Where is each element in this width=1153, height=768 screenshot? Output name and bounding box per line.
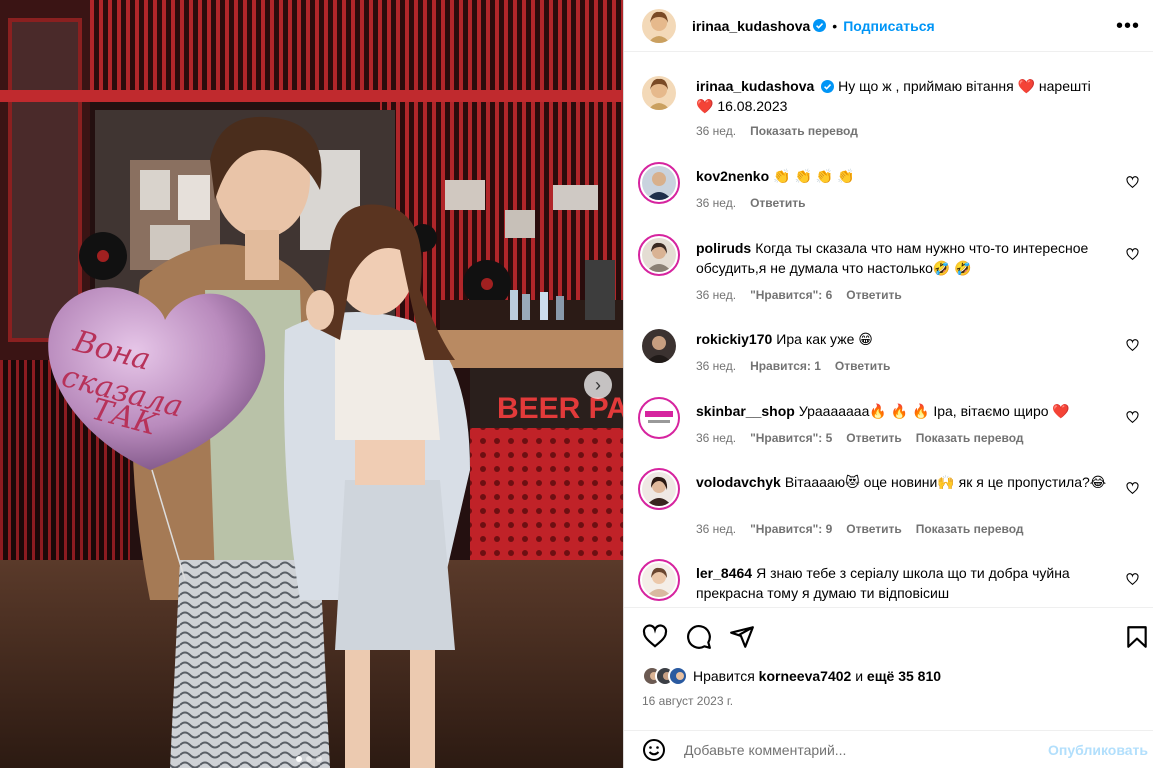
commenter-avatar[interactable]: [638, 162, 680, 204]
comment-age[interactable]: 36 нед.: [696, 522, 736, 536]
caption-username[interactable]: irinaa_kudashova: [696, 78, 814, 94]
comment-text: Когда ты сказала что нам нужно что-то ин…: [696, 240, 1089, 276]
caption-meta: 36 нед. Показать перевод: [696, 124, 858, 138]
post-actions: Нравится korneeva7402 и ещё 35 810 16 ав…: [624, 607, 1153, 708]
comment-text: Ира как уже 😁: [776, 331, 873, 347]
comment-username[interactable]: kov2nenko: [696, 168, 769, 184]
reply-button[interactable]: Ответить: [835, 359, 890, 373]
comment-age[interactable]: 36 нед.: [696, 196, 736, 210]
comment-meta: 36 нед. "Нравится": 5 Ответить Показать …: [696, 431, 1024, 445]
comment-username[interactable]: ler_8464: [696, 565, 752, 581]
comment-age[interactable]: 36 нед.: [696, 288, 736, 302]
next-photo-button[interactable]: ›: [584, 371, 612, 399]
more-horizontal-icon[interactable]: •••: [1116, 15, 1140, 38]
comment-age[interactable]: 36 нед.: [696, 359, 736, 373]
carousel-dots: [296, 756, 322, 762]
carousel-dot: [316, 756, 322, 762]
caption-text: Ну що ж , приймаю вітання: [838, 78, 1014, 94]
heart-icon[interactable]: [642, 624, 668, 650]
post-panel: irinaa_kudashova • Подписаться ••• irina…: [623, 0, 1153, 768]
comment-likes[interactable]: "Нравится": 6: [750, 288, 832, 302]
carousel-dot: [296, 756, 302, 762]
comment-meta: 36 нед. "Нравится": 6 Ответить: [696, 288, 902, 302]
likes-prefix: Нравится: [693, 668, 755, 684]
commenter-avatar[interactable]: [638, 397, 680, 439]
comment-meta: 36 нед. Ответить: [696, 196, 806, 210]
author-avatar[interactable]: [642, 76, 676, 110]
caption-age[interactable]: 36 нед.: [696, 124, 736, 138]
reply-button[interactable]: Ответить: [846, 288, 901, 302]
likes-user[interactable]: korneeva7402: [759, 668, 852, 684]
comment-username[interactable]: volodavchyk: [696, 474, 781, 490]
send-icon[interactable]: [729, 624, 755, 650]
comment-username[interactable]: poliruds: [696, 240, 751, 256]
heart-emoji: ❤️: [696, 98, 714, 114]
commenter-avatar[interactable]: [638, 559, 680, 601]
reply-button[interactable]: Ответить: [750, 196, 805, 210]
follow-button[interactable]: Подписаться: [843, 18, 935, 34]
likes-summary[interactable]: Нравится korneeva7402 и ещё 35 810: [642, 666, 941, 686]
liker-avatar: [668, 666, 688, 686]
comment-likes[interactable]: Нравится: 1: [750, 359, 821, 373]
publish-button[interactable]: Опубликовать: [1048, 742, 1148, 758]
author-avatar[interactable]: [642, 8, 676, 43]
bookmark-icon[interactable]: [1124, 624, 1150, 650]
photo-illustration: BEER PA Вона сказала ТАК: [0, 0, 623, 768]
comment-text: Вітааааю😻 оце новини🙌 як я це пропустила…: [784, 474, 1107, 490]
translate-button[interactable]: Показать перевод: [916, 431, 1024, 445]
comment-icon[interactable]: [686, 624, 712, 650]
translate-button[interactable]: Показать перевод: [750, 124, 858, 138]
likes-count[interactable]: ещё 35 810: [867, 668, 941, 684]
carousel-dot: [306, 756, 312, 762]
comment-like-icon[interactable]: [1126, 248, 1139, 261]
comment-username[interactable]: rokickiy170: [696, 331, 772, 347]
commenter-avatar[interactable]: [638, 234, 680, 276]
reply-button[interactable]: Ответить: [846, 431, 901, 445]
author-username[interactable]: irinaa_kudashova: [692, 18, 810, 34]
commenter-avatar[interactable]: [638, 468, 680, 510]
comment-likes[interactable]: "Нравится": 9: [750, 522, 832, 536]
add-comment-bar: Опубликовать: [624, 730, 1153, 768]
reply-button[interactable]: Ответить: [846, 522, 901, 536]
comment-text: Я знаю тебе з серіалу школа що ти добра …: [696, 565, 1070, 601]
comments-list[interactable]: irinaa_kudashova Ну що ж , приймаю вітан…: [624, 52, 1153, 607]
verified-badge-icon: [821, 80, 835, 93]
smile-icon[interactable]: [642, 738, 666, 762]
comment-text: 👏 👏 👏 👏: [773, 168, 855, 184]
post-date[interactable]: 16 август 2023 г.: [642, 694, 733, 708]
verified-badge-icon: [813, 19, 827, 32]
comment-like-icon[interactable]: [1126, 339, 1139, 352]
comment-text: Урааааааа🔥 🔥 🔥 Іра, вітаємо щиро ❤️: [798, 403, 1070, 419]
comment-username[interactable]: skinbar__shop: [696, 403, 795, 419]
post-photo[interactable]: BEER PA Вона сказала ТАК ›: [0, 0, 623, 768]
commenter-avatar[interactable]: [642, 329, 676, 363]
comment-like-icon[interactable]: [1126, 482, 1139, 495]
likes-text: Нравится korneeva7402 и ещё 35 810: [693, 668, 941, 684]
comment-meta: 36 нед. "Нравится": 9 Ответить Показать …: [696, 522, 1024, 536]
comment-like-icon[interactable]: [1126, 573, 1139, 586]
comment-likes[interactable]: "Нравится": 5: [750, 431, 832, 445]
likes-and: и: [855, 668, 864, 684]
comment-meta: 36 нед. Нравится: 1 Ответить: [696, 359, 890, 373]
comment-like-icon[interactable]: [1126, 176, 1139, 189]
header-separator: •: [832, 17, 838, 34]
caption-body: irinaa_kudashova Ну що ж , приймаю вітан…: [696, 76, 1136, 116]
heart-emoji: ❤️: [1017, 78, 1036, 94]
comment-like-icon[interactable]: [1126, 411, 1139, 424]
caption-word: нарешті: [1038, 78, 1091, 94]
comment-age[interactable]: 36 нед.: [696, 431, 736, 445]
post-header: irinaa_kudashova • Подписаться •••: [624, 0, 1153, 52]
caption-date: 16.08.2023: [717, 98, 788, 114]
translate-button[interactable]: Показать перевод: [916, 522, 1024, 536]
comment-input[interactable]: [684, 741, 1034, 758]
